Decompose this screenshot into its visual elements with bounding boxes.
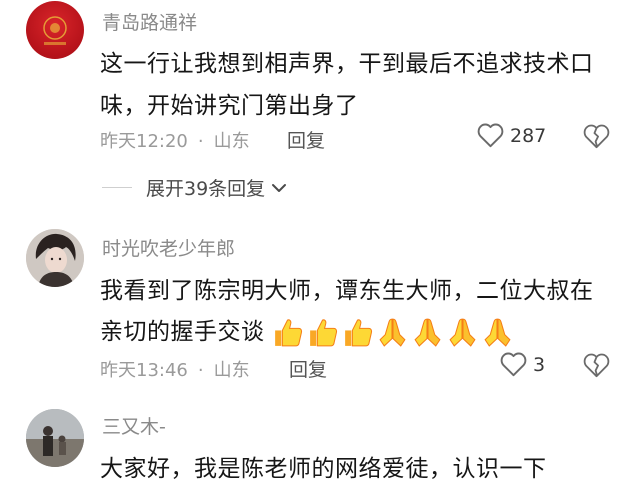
comment-username[interactable]: 青岛路通祥 — [102, 8, 197, 35]
dislike-button[interactable] — [583, 353, 610, 382]
comment-text: 大家好，我是陈老师的网络爱徒，认识一下 — [100, 456, 547, 482]
pray-icon — [413, 318, 441, 347]
chevron-down-icon — [272, 183, 287, 192]
expand-replies-button[interactable]: 展开39条回复 — [102, 174, 287, 201]
comment-item: 青岛路通祥 这一行让我想到相声界，干到最后不追求技术口 味，开始讲究门第出身了 … — [0, 0, 640, 215]
expand-replies-label: 展开39条回复 — [146, 178, 266, 200]
profile-photo-icon — [26, 229, 84, 287]
broken-heart-icon — [583, 124, 610, 149]
heart-icon — [477, 123, 504, 148]
comment-text: 味，开始讲究门第出身了 — [100, 93, 359, 119]
comment-text: 亲切的握手交谈 — [100, 319, 265, 345]
pray-icon — [483, 318, 511, 347]
separator-dot: · — [197, 131, 204, 152]
thumbs-up-icon — [309, 319, 337, 347]
comment-item: 三又木- 大家好，我是陈老师的网络爱徒，认识一下 — [0, 395, 640, 482]
comment-text-with-emoji: 亲切的握手交谈 — [100, 312, 516, 349]
emblem-icon — [43, 16, 67, 45]
comment-text: 我看到了陈宗明大师，谭东生大师，二位大叔在 — [100, 278, 594, 304]
comment-username[interactable]: 三又木- — [102, 412, 166, 439]
thumbs-up-icon — [344, 319, 372, 347]
like-button[interactable]: 3 — [500, 352, 545, 377]
comment-username[interactable]: 时光吹老少年郎 — [102, 234, 235, 261]
like-count: 3 — [533, 353, 546, 376]
reply-button[interactable]: 回复 — [289, 355, 327, 382]
divider-line — [102, 187, 132, 188]
pray-icon — [448, 318, 476, 347]
dislike-button[interactable] — [583, 124, 610, 153]
profile-photo-icon — [26, 409, 84, 467]
thumbs-up-icon — [274, 319, 302, 347]
avatar[interactable] — [26, 229, 84, 287]
emoji-row — [271, 316, 516, 349]
comment-meta: 昨天12:20 · 山东 — [100, 127, 250, 153]
comment-time: 昨天12:20 — [100, 131, 188, 152]
separator-dot: · — [197, 360, 204, 381]
avatar[interactable] — [26, 409, 84, 467]
comment-meta: 昨天13:46 · 山东 — [100, 356, 250, 382]
pray-icon — [378, 318, 406, 347]
broken-heart-icon — [583, 353, 610, 378]
comment-location: 山东 — [213, 360, 250, 381]
like-count: 287 — [510, 124, 547, 147]
reply-button[interactable]: 回复 — [287, 126, 325, 153]
comment-item: 时光吹老少年郎 我看到了陈宗明大师，谭东生大师，二位大叔在 亲切的握手交谈 昨天… — [0, 215, 640, 395]
comment-text: 这一行让我想到相声界，干到最后不追求技术口 — [100, 51, 594, 77]
heart-icon — [500, 352, 527, 377]
avatar[interactable] — [26, 1, 84, 59]
comment-location: 山东 — [213, 131, 250, 152]
comment-time: 昨天13:46 — [100, 360, 188, 381]
like-button[interactable]: 287 — [477, 123, 546, 148]
